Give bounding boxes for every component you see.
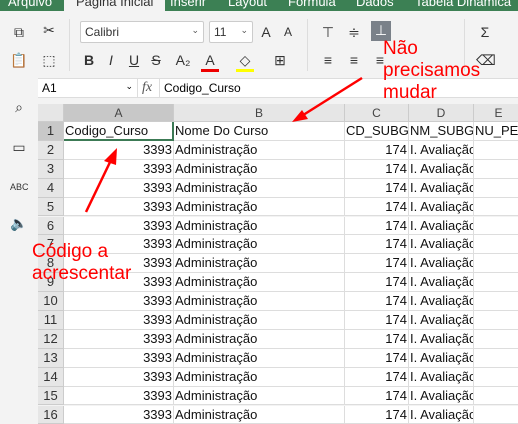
arrow-head (104, 148, 117, 165)
arrow-to-cell-a1 (86, 158, 112, 212)
arrow-head (292, 110, 308, 122)
arrow-to-column-b (300, 78, 362, 117)
annotation-arrows (0, 0, 518, 412)
